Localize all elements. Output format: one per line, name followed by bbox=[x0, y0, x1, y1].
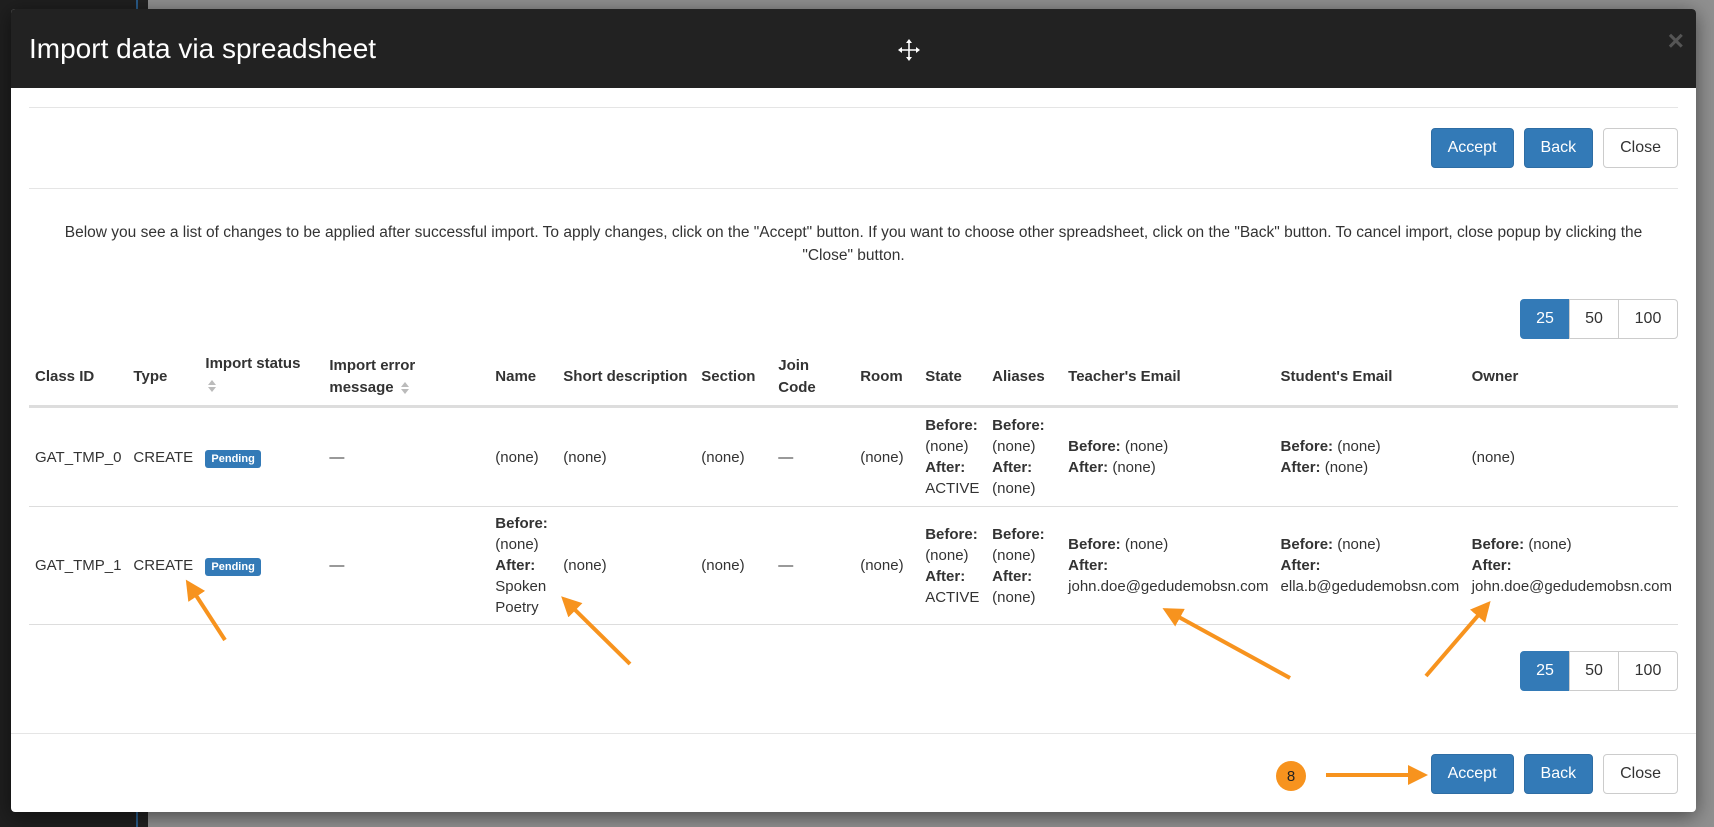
changes-table: Class ID Type Import status Import error… bbox=[29, 349, 1678, 625]
back-button-top[interactable]: Back bbox=[1523, 128, 1594, 168]
cell-room: (none) bbox=[854, 406, 920, 507]
cell-aliases: Before: (none) After: (none) bbox=[986, 406, 1063, 507]
move-icon[interactable] bbox=[897, 38, 921, 62]
page-size-50[interactable]: 50 bbox=[1569, 299, 1619, 339]
cell-type: CREATE bbox=[127, 506, 200, 625]
cell-owner: (none) bbox=[1465, 406, 1678, 507]
back-button-bottom[interactable]: Back bbox=[1523, 753, 1594, 794]
cell-aliases: Before: (none) After: (none) bbox=[986, 506, 1063, 625]
cell-student-email: Before: (none) After: (none) bbox=[1274, 406, 1466, 507]
cell-teacher-email: Before: (none) After: (none) bbox=[1062, 406, 1275, 507]
page-size-100[interactable]: 100 bbox=[1618, 651, 1678, 691]
col-import-error[interactable]: Import error message bbox=[323, 349, 490, 408]
cell-class-id: GAT_TMP_0 bbox=[29, 406, 128, 507]
accept-button-bottom[interactable]: Accept bbox=[1430, 753, 1514, 794]
col-name: Name bbox=[489, 349, 558, 408]
cell-section: (none) bbox=[695, 506, 773, 625]
col-student-email: Student's Email bbox=[1274, 349, 1466, 408]
status-badge: Pending bbox=[205, 449, 261, 468]
cell-state: Before: (none) After: ACTIVE bbox=[919, 506, 987, 625]
col-owner: Owner bbox=[1465, 349, 1678, 408]
col-join-code: Join Code bbox=[772, 349, 855, 408]
page-size-100[interactable]: 100 bbox=[1618, 299, 1678, 339]
cell-class-id: GAT_TMP_1 bbox=[29, 506, 128, 625]
modal-body: Accept Back Close Below you see a list o… bbox=[11, 88, 1696, 691]
sort-icon[interactable] bbox=[207, 380, 217, 393]
page-size-25[interactable]: 25 bbox=[1520, 299, 1570, 339]
col-import-status[interactable]: Import status bbox=[199, 349, 324, 408]
sort-icon[interactable] bbox=[400, 382, 410, 395]
accept-button-top[interactable]: Accept bbox=[1430, 128, 1514, 168]
close-icon[interactable]: × bbox=[1668, 27, 1684, 55]
cell-join-code: — bbox=[772, 506, 855, 625]
col-aliases: Aliases bbox=[986, 349, 1063, 408]
col-section: Section bbox=[695, 349, 773, 408]
close-button-bottom[interactable]: Close bbox=[1603, 753, 1678, 794]
cell-error: — bbox=[323, 506, 490, 625]
top-button-bar: Accept Back Close bbox=[29, 108, 1678, 188]
close-button-top[interactable]: Close bbox=[1603, 128, 1678, 168]
cell-error: — bbox=[323, 406, 490, 507]
cell-owner: Before: (none) After: john.doe@gedudemobsn… bbox=[1465, 506, 1678, 625]
bottom-button-bar: Accept Back Close bbox=[11, 733, 1696, 812]
col-teacher-email: Teacher's Email bbox=[1062, 349, 1275, 408]
cell-join-code: — bbox=[772, 406, 855, 507]
cell-room: (none) bbox=[854, 506, 920, 625]
cell-type: CREATE bbox=[127, 406, 200, 507]
cell-state: Before: (none) After: ACTIVE bbox=[919, 406, 987, 507]
step-number-badge: 8 bbox=[1276, 761, 1306, 791]
cell-teacher-email: Before: (none) After: john.doe@gedudemobsn… bbox=[1062, 506, 1275, 625]
modal-header[interactable]: Import data via spreadsheet × bbox=[11, 9, 1696, 88]
col-room: Room bbox=[854, 349, 920, 408]
cell-section: (none) bbox=[695, 406, 773, 507]
table-row: GAT_TMP_1 CREATE Pending — Before: (none)… bbox=[29, 506, 1678, 625]
page-size-25[interactable]: 25 bbox=[1520, 651, 1570, 691]
pagination-top: 25 50 100 bbox=[29, 299, 1678, 339]
cell-short-description: (none) bbox=[557, 406, 696, 507]
pagination-bottom: 25 50 100 bbox=[29, 651, 1678, 691]
col-state: State bbox=[919, 349, 987, 408]
col-class-id: Class ID bbox=[29, 349, 128, 408]
col-short-description: Short description bbox=[557, 349, 696, 408]
page-size-50[interactable]: 50 bbox=[1569, 651, 1619, 691]
cell-name: Before: (none) After: Spoken Poetry bbox=[489, 506, 558, 625]
cell-name: (none) bbox=[489, 406, 558, 507]
modal-title: Import data via spreadsheet bbox=[29, 32, 377, 64]
cell-short-description: (none) bbox=[557, 506, 696, 625]
status-badge: Pending bbox=[205, 558, 261, 576]
col-type: Type bbox=[127, 349, 200, 408]
table-row: GAT_TMP_0 CREATE Pending — (none) (none)… bbox=[29, 406, 1678, 507]
cell-student-email: Before: (none) After: ella.b@gedudemobsn.c… bbox=[1274, 506, 1466, 625]
import-modal: Import data via spreadsheet × Accept Bac… bbox=[11, 9, 1696, 812]
info-text: Below you see a list of changes to be ap… bbox=[64, 224, 1643, 264]
table-header-row: Class ID Type Import status Import error… bbox=[29, 349, 1678, 408]
